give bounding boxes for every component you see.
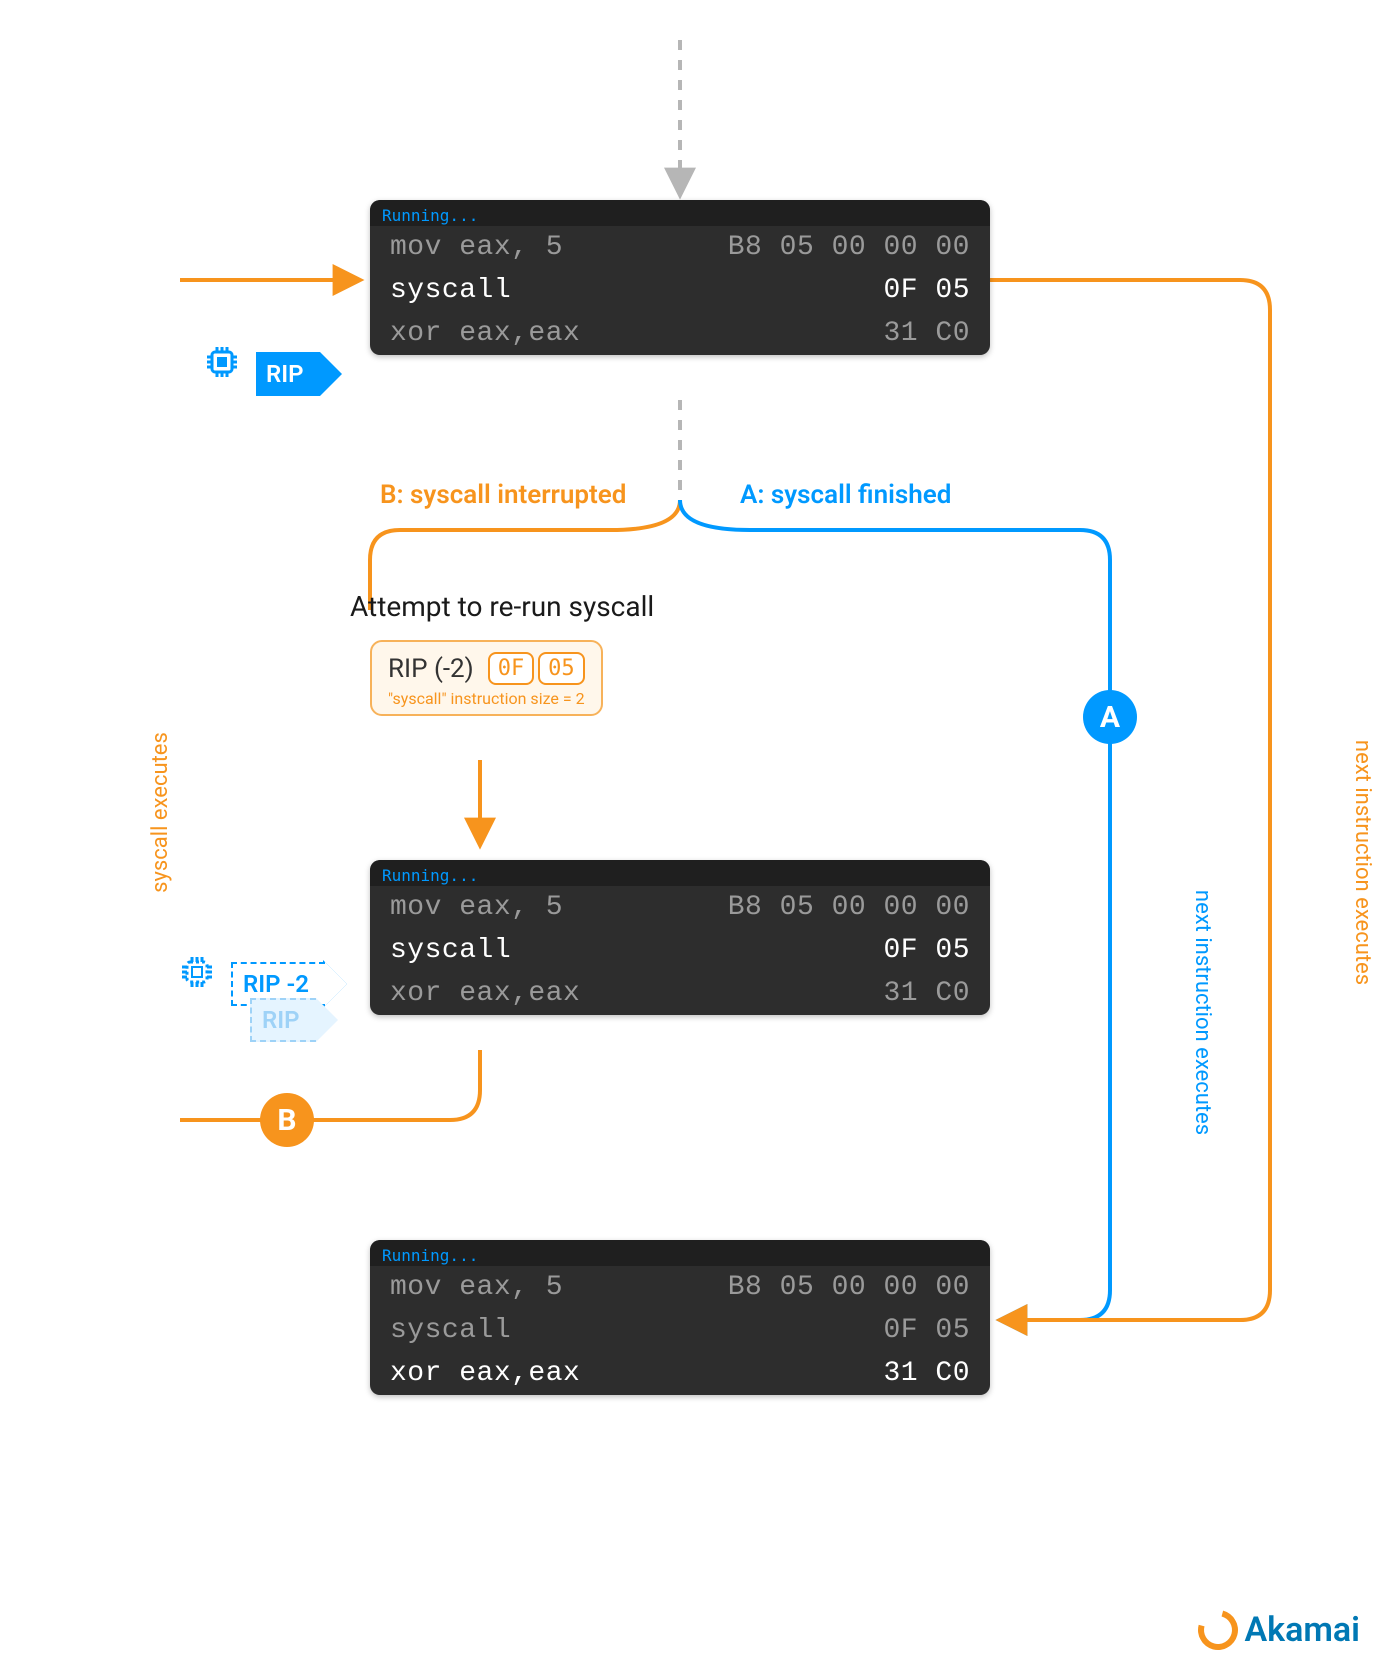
asm-row: xor eax,eax 31 C0 bbox=[370, 312, 990, 355]
codebox-bottom: Running... mov eax, 5 B8 05 00 00 00 sys… bbox=[370, 1240, 990, 1395]
asm-row-highlight: syscall 0F 05 bbox=[370, 269, 990, 312]
badge-b: B bbox=[260, 1093, 314, 1147]
path-b-title: B: syscall interrupted bbox=[380, 480, 626, 510]
asm-row: xor eax,eax 31 C0 bbox=[370, 972, 990, 1015]
cpu-icon bbox=[200, 340, 244, 384]
rip-offset-note: "syscall" instruction size = 2 bbox=[388, 689, 585, 708]
byte-chip: 0F bbox=[488, 652, 535, 685]
asm-row-highlight: syscall 0F 05 bbox=[370, 929, 990, 972]
label-next-instr-orange: next instruction executes bbox=[1350, 740, 1375, 985]
cpu-icon bbox=[175, 950, 219, 994]
path-a-title: A: syscall finished bbox=[740, 480, 951, 510]
codebox-title: Running... bbox=[370, 860, 990, 886]
brand-text: Akamai bbox=[1244, 1610, 1360, 1650]
badge-a: A bbox=[1083, 690, 1137, 744]
rip-tag-ghost: RIP bbox=[250, 998, 338, 1042]
brand-logo: Akamai bbox=[1198, 1610, 1360, 1650]
rip-pointer-middle-old: RIP bbox=[250, 998, 338, 1042]
rip-minus-2-detail: RIP (-2) 0F 05 "syscall" instruction siz… bbox=[370, 640, 603, 716]
asm-row: mov eax, 5 B8 05 00 00 00 bbox=[370, 1266, 990, 1309]
byte-chip: 05 bbox=[538, 652, 585, 685]
asm-row: mov eax, 5 B8 05 00 00 00 bbox=[370, 886, 990, 929]
rip-tag: RIP bbox=[256, 352, 342, 396]
codebox-title: Running... bbox=[370, 200, 990, 226]
rip-pointer-top: RIP bbox=[200, 340, 342, 396]
codebox-top: Running... mov eax, 5 B8 05 00 00 00 sys… bbox=[370, 200, 990, 355]
asm-row-highlight: xor eax,eax 31 C0 bbox=[370, 1352, 990, 1395]
label-next-instr-blue: next instruction executes bbox=[1190, 890, 1215, 1135]
label-syscall-executes: syscall executes bbox=[148, 732, 173, 893]
codebox-middle: Running... mov eax, 5 B8 05 00 00 00 sys… bbox=[370, 860, 990, 1015]
asm-row: syscall 0F 05 bbox=[370, 1309, 990, 1352]
rip-offset-text: RIP (-2) bbox=[388, 654, 474, 684]
codebox-title: Running... bbox=[370, 1240, 990, 1266]
brand-swirl-icon bbox=[1191, 1603, 1246, 1658]
asm-row: mov eax, 5 B8 05 00 00 00 bbox=[370, 226, 990, 269]
rerun-title: Attempt to re-run syscall bbox=[350, 590, 654, 623]
